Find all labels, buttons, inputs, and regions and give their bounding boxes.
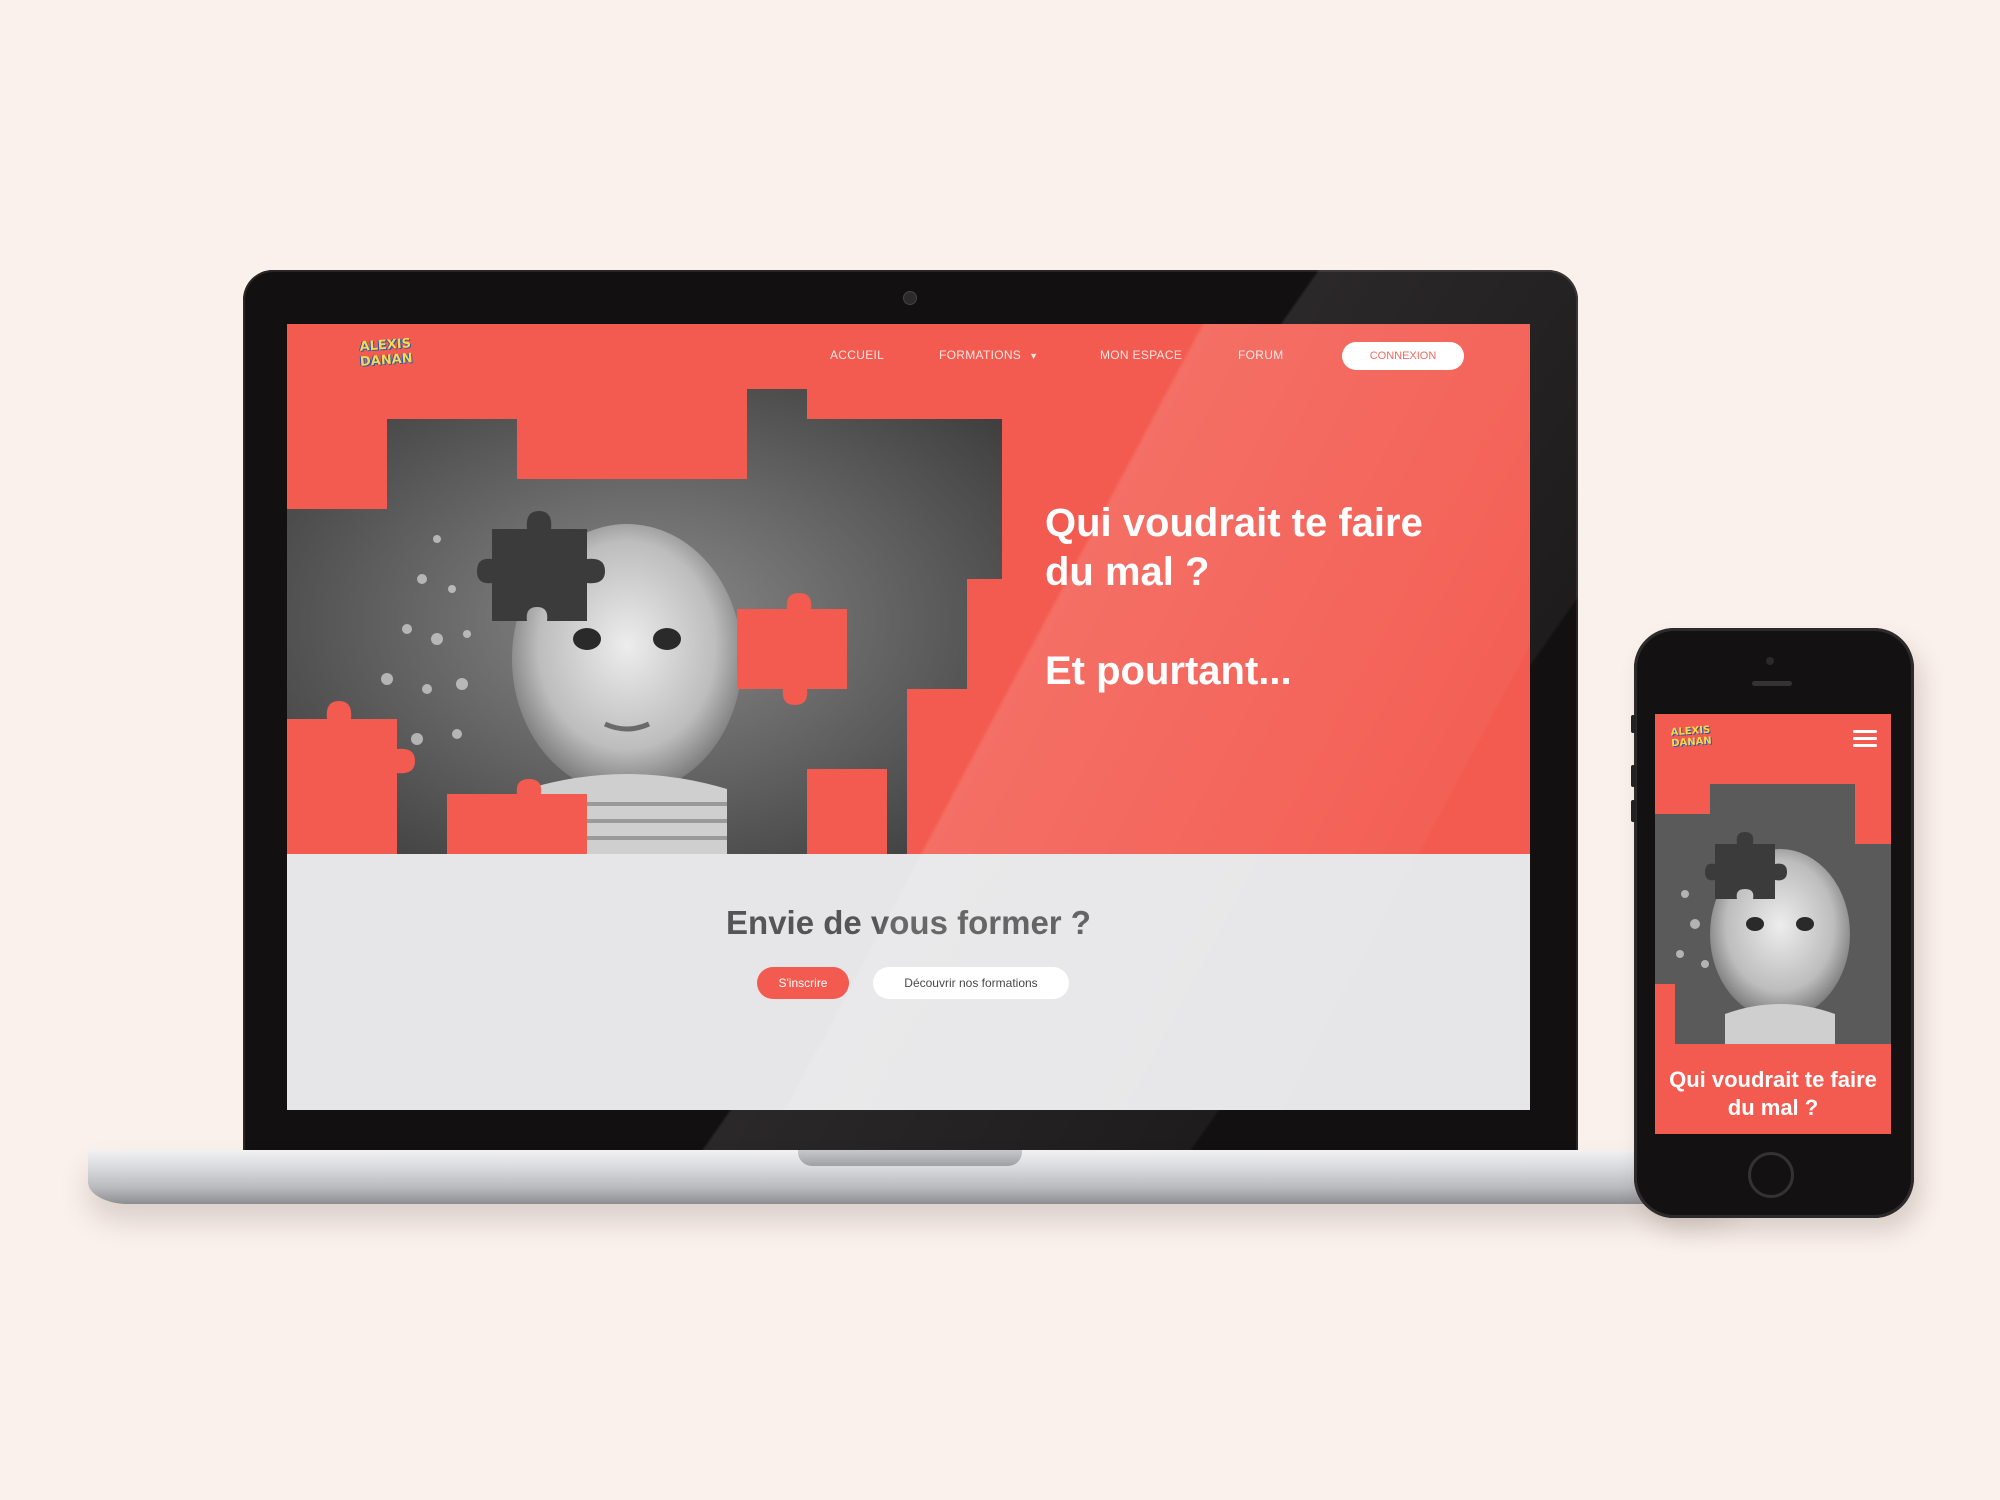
nav-item-forum[interactable]: FORUM — [1238, 348, 1284, 362]
mobile-hero-puzzle-photo — [1655, 784, 1891, 1044]
mobile-hero-title: Qui voudrait te faire du mal ? — [1669, 1067, 1877, 1120]
discover-trainings-button[interactable]: Découvrir nos formations — [873, 967, 1069, 999]
hamburger-menu-icon[interactable] — [1853, 730, 1877, 748]
nav-item-mon-espace[interactable]: MON ESPACE — [1100, 348, 1182, 362]
phone-volume-down-button — [1631, 800, 1636, 822]
laptop-screen: ALEXIS DANAN ACCUEIL FORMATIONS ▼ MON ESP… — [287, 324, 1530, 1110]
training-title: Envie de vous former ? — [726, 904, 1091, 941]
hero-title: Qui voudrait te faire du mal ? — [1045, 501, 1423, 594]
phone-speaker — [1752, 681, 1792, 686]
site-logo[interactable]: ALEXIS DANAN — [358, 336, 414, 376]
phone-screen: ALEXIS DANAN Qui voudrait te faire du ma… — [1655, 714, 1891, 1134]
nav-item-accueil[interactable]: ACCUEIL — [830, 348, 884, 362]
phone-volume-up-button — [1631, 765, 1636, 787]
connexion-button[interactable]: CONNEXION — [1342, 342, 1464, 370]
phone-mute-switch — [1631, 715, 1636, 733]
hero-puzzle-photo — [287, 389, 1002, 854]
nav-item-formations-label: FORMATIONS — [939, 348, 1022, 362]
training-section: Envie de vous former ? S'inscrire Découv… — [287, 854, 1530, 1110]
mobile-site-logo[interactable]: ALEXIS DANAN — [1670, 725, 1712, 754]
signup-button[interactable]: S'inscrire — [757, 967, 849, 999]
caret-down-icon: ▼ — [1029, 351, 1039, 361]
hero-subtitle: Et pourtant... — [1045, 649, 1292, 693]
laptop-notch — [798, 1150, 1022, 1166]
phone-camera — [1766, 657, 1774, 665]
nav-item-formations[interactable]: FORMATIONS ▼ — [939, 348, 1038, 362]
phone-home-button — [1748, 1152, 1794, 1198]
laptop-camera — [903, 291, 917, 305]
top-nav: ALEXIS DANAN ACCUEIL FORMATIONS ▼ MON ESP… — [287, 324, 1530, 386]
hero-section: ALEXIS DANAN ACCUEIL FORMATIONS ▼ MON ESP… — [287, 324, 1530, 854]
